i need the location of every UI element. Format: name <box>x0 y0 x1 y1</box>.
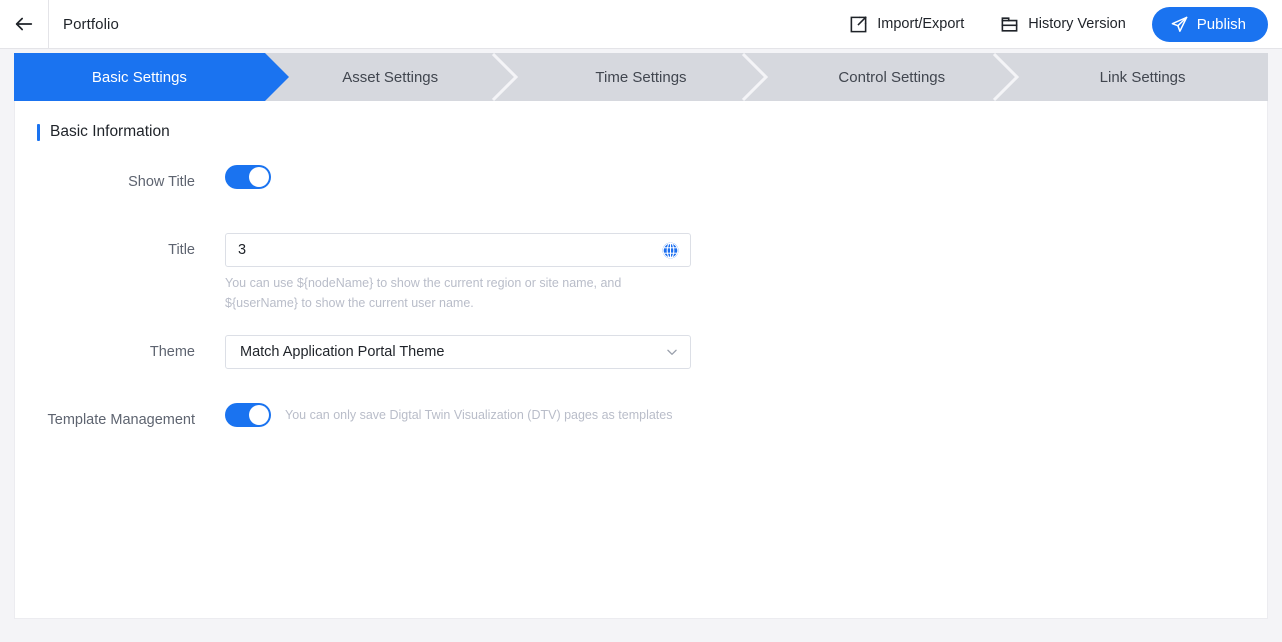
basic-information-form: Show Title Title <box>15 141 1267 437</box>
publish-button[interactable]: Publish <box>1152 7 1268 42</box>
show-title-toggle[interactable] <box>225 165 271 189</box>
step-bar: Basic Settings Asset Settings Time Setti… <box>14 53 1268 101</box>
title-helper-text: You can use ${nodeName} to show the curr… <box>225 267 695 313</box>
globe-icon[interactable] <box>661 241 680 260</box>
tab-asset-settings[interactable]: Asset Settings <box>265 53 516 101</box>
row-theme: Theme Match Application Portal Theme <box>15 335 1267 369</box>
step-bar-wrapper: Basic Settings Asset Settings Time Setti… <box>0 49 1282 101</box>
tab-time-settings-label: Time Settings <box>595 69 686 86</box>
title-input-wrapper[interactable] <box>225 233 691 267</box>
import-export-label: Import/Export <box>877 16 964 32</box>
top-bar-actions: Import/Export History Version Publish <box>839 7 1282 42</box>
step-separator-icon <box>993 53 1019 101</box>
tab-link-settings-label: Link Settings <box>1100 69 1186 86</box>
title-helper-line-1: You can use ${nodeName} to show the curr… <box>225 273 695 293</box>
template-management-label: Template Management <box>15 403 225 437</box>
title-input[interactable] <box>238 242 655 258</box>
history-version-button[interactable]: History Version <box>990 9 1136 40</box>
section-accent-bar <box>37 124 40 141</box>
history-version-label: History Version <box>1028 16 1126 32</box>
import-export-icon <box>849 15 868 34</box>
template-management-toggle[interactable] <box>225 403 271 427</box>
title-helper-line-2: ${userName} to show the current user nam… <box>225 293 695 313</box>
top-bar: Portfolio Import/Export History Versi <box>0 0 1282 49</box>
row-template-management: Template Management You can only save Di… <box>15 403 1267 437</box>
tab-time-settings[interactable]: Time Settings <box>516 53 767 101</box>
show-title-label: Show Title <box>15 165 225 199</box>
arrow-left-icon <box>13 13 35 35</box>
tab-control-settings-label: Control Settings <box>838 69 945 86</box>
toggle-knob <box>249 405 269 425</box>
send-icon <box>1170 15 1189 34</box>
template-management-hint: You can only save Digtal Twin Visualizat… <box>285 405 672 425</box>
back-button[interactable] <box>0 0 49 49</box>
tab-control-settings[interactable]: Control Settings <box>766 53 1017 101</box>
theme-select[interactable]: Match Application Portal Theme <box>225 335 691 369</box>
tab-basic-settings-label: Basic Settings <box>92 69 187 86</box>
content-panel: Basic Information Show Title Title <box>14 101 1268 619</box>
tab-asset-settings-label: Asset Settings <box>342 69 438 86</box>
section-header: Basic Information <box>15 101 1267 141</box>
publish-label: Publish <box>1197 16 1246 33</box>
section-title: Basic Information <box>50 123 170 141</box>
toggle-knob <box>249 167 269 187</box>
step-separator-icon <box>492 53 518 101</box>
tab-basic-settings[interactable]: Basic Settings <box>14 53 265 101</box>
page-title: Portfolio <box>63 16 119 33</box>
row-show-title: Show Title <box>15 165 1267 199</box>
row-title: Title <box>15 233 1267 267</box>
import-export-button[interactable]: Import/Export <box>839 9 974 40</box>
tab-link-settings[interactable]: Link Settings <box>1017 53 1268 101</box>
chevron-down-icon <box>665 345 679 359</box>
theme-label: Theme <box>15 335 225 369</box>
step-separator-icon <box>742 53 768 101</box>
theme-select-value: Match Application Portal Theme <box>240 344 665 360</box>
title-label: Title <box>15 233 225 267</box>
folder-icon <box>1000 15 1019 34</box>
